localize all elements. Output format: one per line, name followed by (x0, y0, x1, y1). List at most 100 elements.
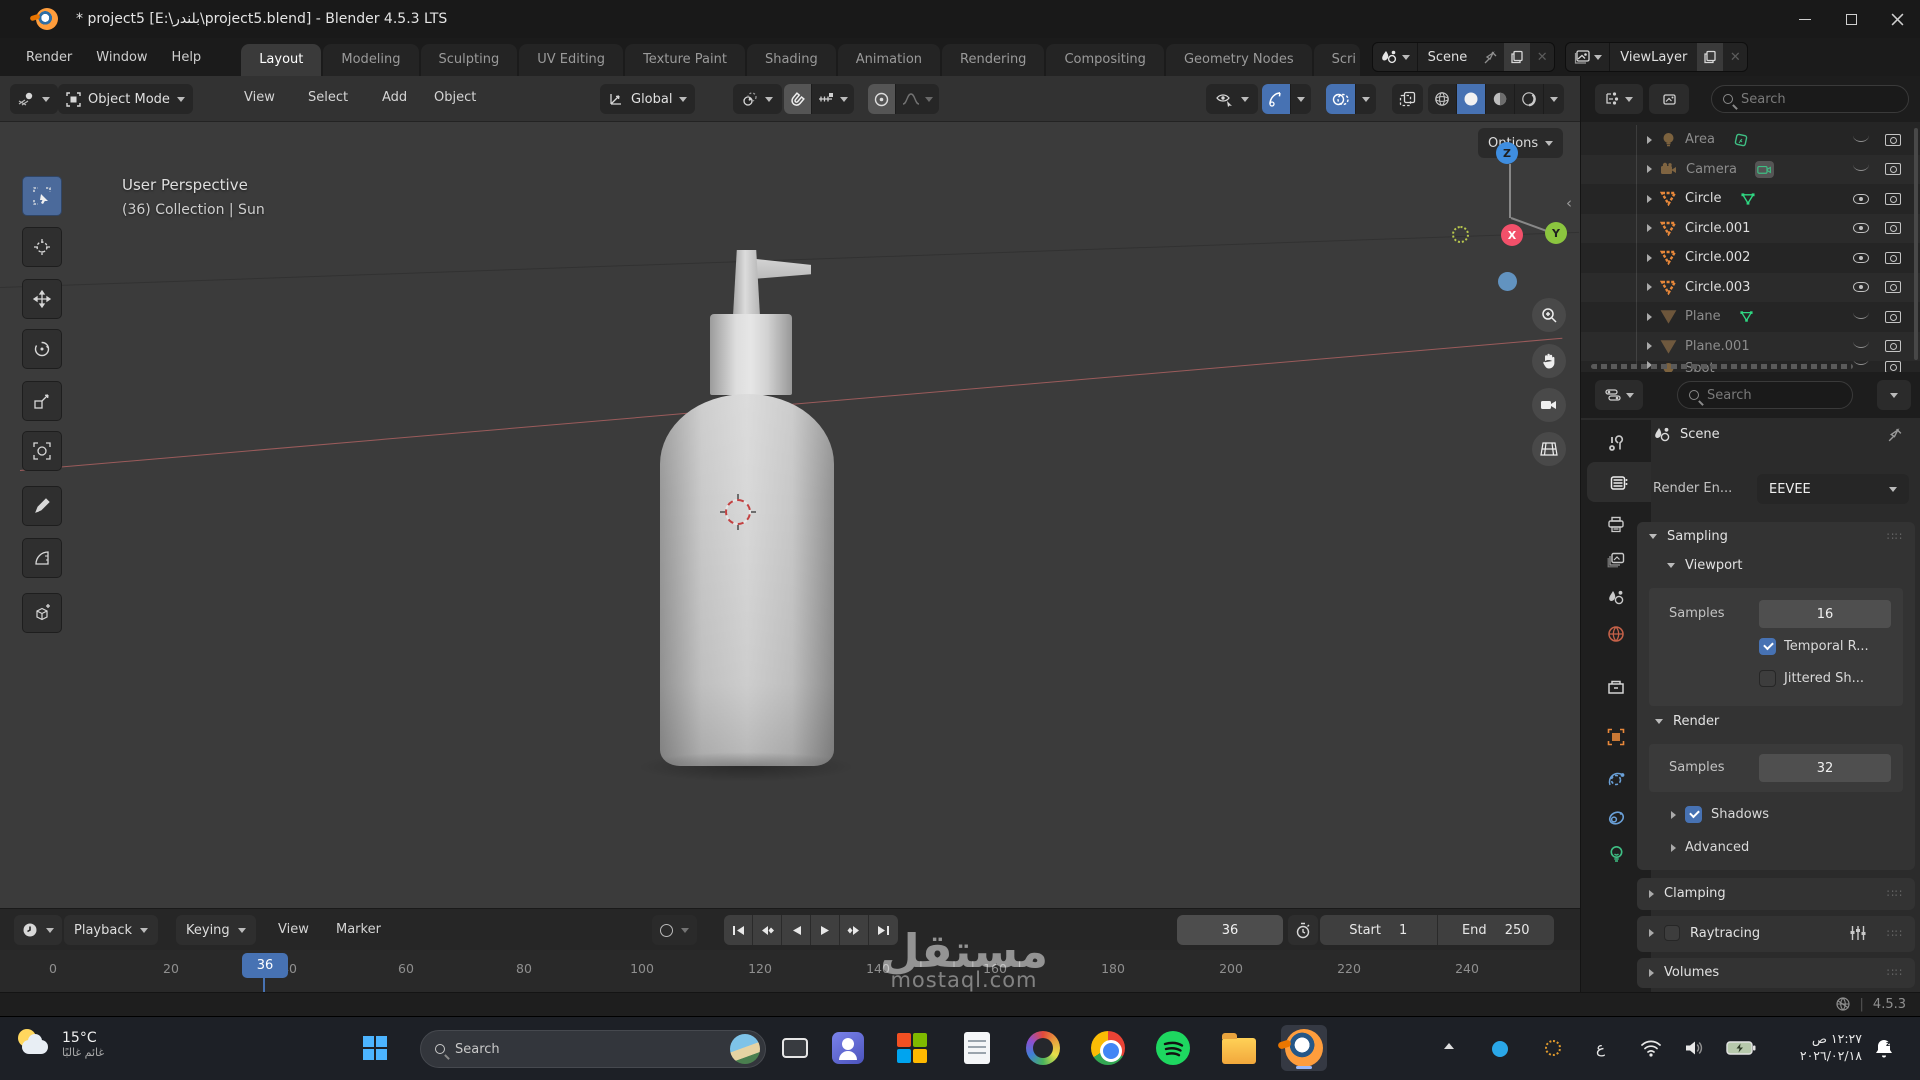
hide-toggle[interactable] (1853, 315, 1869, 319)
expand-icon[interactable] (1647, 254, 1652, 262)
render-visibility-toggle[interactable] (1885, 193, 1901, 205)
jump-to-start-button[interactable] (724, 915, 753, 945)
start-frame-field[interactable]: Start 1 (1320, 915, 1438, 945)
next-keyframe-button[interactable] (840, 915, 869, 945)
expand-icon[interactable] (1647, 283, 1652, 291)
render-visibility-toggle[interactable] (1885, 281, 1901, 293)
advanced-row[interactable]: Advanced (1671, 840, 1749, 855)
pivot-point-dropdown[interactable] (733, 84, 782, 114)
auto-keying-controls[interactable] (652, 915, 697, 945)
hide-toggle[interactable] (1853, 361, 1869, 365)
scene-browse-button[interactable] (1373, 43, 1418, 71)
tray-app-orange-icon[interactable] (1545, 1040, 1561, 1056)
minimize-button[interactable] (1782, 0, 1828, 38)
current-frame-field[interactable]: 36 (1177, 915, 1283, 945)
shading-wireframe-button[interactable] (1428, 84, 1457, 114)
toggle-perspective-button[interactable] (1532, 432, 1566, 466)
transform-orientation-dropdown[interactable]: Global (600, 84, 695, 114)
tool-move[interactable] (22, 279, 62, 319)
outliner-item-camera[interactable]: Camera (1581, 155, 1920, 184)
jump-to-end-button[interactable] (869, 915, 898, 945)
timeline-marker-menu[interactable]: Marker (336, 922, 381, 937)
breadcrumb-scene-label[interactable]: Scene (1680, 427, 1720, 442)
timeline-view-menu[interactable]: View (278, 922, 309, 937)
hide-toggle[interactable] (1853, 167, 1869, 171)
sampling-viewport-subheader[interactable]: Viewport (1637, 551, 1915, 580)
visibility-dropdown[interactable] (1206, 84, 1258, 114)
render-visibility-toggle[interactable] (1885, 134, 1901, 146)
app-file-explorer[interactable] (1216, 1025, 1262, 1071)
menu-help[interactable]: Help (160, 45, 214, 70)
viewport-samples-field[interactable]: 16 (1759, 600, 1891, 628)
sampling-render-subheader[interactable]: Render (1655, 714, 1719, 729)
viewlayer-new-button[interactable] (1697, 43, 1723, 71)
tool-measure[interactable] (22, 538, 62, 578)
scene-unlink-button[interactable]: ✕ (1530, 50, 1554, 65)
tool-cursor[interactable] (22, 227, 62, 267)
properties-editor-type-button[interactable] (1595, 380, 1643, 410)
expand-icon[interactable] (1647, 342, 1652, 350)
outliner-item-circle-001[interactable]: Circle.001 (1581, 214, 1920, 243)
expand-icon[interactable] (1647, 165, 1652, 173)
tab-layout[interactable]: Layout (241, 44, 321, 76)
task-view-button[interactable] (772, 1025, 818, 1071)
xray-toggle[interactable] (1392, 84, 1423, 114)
tab-animation[interactable]: Animation (838, 44, 940, 76)
notification-bell-icon[interactable]: z (1872, 1037, 1896, 1061)
outliner-item-circle-003[interactable]: Circle.003 (1581, 273, 1920, 302)
weather-widget[interactable]: 15°C غائم غالبًا (14, 1025, 104, 1063)
hide-toggle[interactable] (1853, 223, 1869, 233)
timeline-ruler[interactable]: 0 20 40 60 80 100 120 140 160 180 200 22… (0, 950, 1580, 992)
search-highlight-image[interactable] (730, 1034, 760, 1064)
blender-logo-icon[interactable] (36, 8, 58, 30)
app-office[interactable] (889, 1025, 935, 1071)
viewlayer-browse-button[interactable] (1566, 43, 1610, 71)
battery-icon[interactable] (1726, 1040, 1756, 1056)
expand-icon[interactable] (1647, 313, 1652, 321)
tab-compositing[interactable]: Compositing (1046, 44, 1164, 76)
show-overlays-toggle[interactable] (1326, 84, 1356, 114)
tool-add-cube[interactable] (22, 593, 62, 633)
menu-select[interactable]: Select (308, 90, 348, 105)
tab-shading[interactable]: Shading (747, 44, 836, 76)
outliner-item-circle[interactable]: Circle (1581, 184, 1920, 213)
shading-solid-button[interactable] (1457, 84, 1486, 114)
start-button[interactable] (352, 1025, 398, 1071)
tab-modeling[interactable]: Modeling (323, 44, 418, 76)
menu-object[interactable]: Object (434, 90, 476, 105)
play-button[interactable] (811, 915, 840, 945)
hide-toggle[interactable] (1853, 282, 1869, 292)
properties-search-input[interactable]: Search (1677, 381, 1853, 409)
render-engine-dropdown[interactable]: EEVEE (1757, 474, 1909, 504)
tool-select-box[interactable] (22, 176, 62, 216)
app-notepad[interactable] (954, 1025, 1000, 1071)
outliner-item-circle-002[interactable]: Circle.002 (1581, 243, 1920, 272)
axis-x-ball[interactable]: X (1501, 224, 1523, 246)
shading-dropdown[interactable] (1544, 84, 1564, 114)
scene-selector[interactable]: Scene ✕ (1372, 42, 1556, 72)
camera-view-button[interactable] (1532, 388, 1566, 422)
tab-rendering[interactable]: Rendering (942, 44, 1044, 76)
hide-toggle[interactable] (1853, 253, 1869, 263)
playhead[interactable]: 36 (242, 953, 288, 978)
tab-texture-paint[interactable]: Texture Paint (625, 44, 745, 76)
hide-toggle[interactable] (1853, 194, 1869, 204)
render-visibility-toggle[interactable] (1885, 361, 1901, 372)
menu-view[interactable]: View (244, 90, 275, 105)
sampling-panel-header[interactable]: Sampling (1637, 522, 1915, 551)
expand-icon[interactable] (1647, 195, 1652, 203)
gizmo-dropdown[interactable] (1291, 84, 1311, 114)
tool-scale[interactable] (22, 381, 62, 421)
raytracing-checkbox[interactable] (1664, 925, 1680, 941)
editor-type-button[interactable] (10, 84, 58, 114)
zoom-button[interactable] (1532, 298, 1566, 332)
menu-render[interactable]: Render (14, 45, 84, 70)
tab-sculpting[interactable]: Sculpting (421, 44, 518, 76)
pin-icon[interactable] (1887, 427, 1903, 443)
render-visibility-toggle[interactable] (1885, 222, 1901, 234)
tab-uv-editing[interactable]: UV Editing (519, 44, 623, 76)
tool-rotate[interactable] (22, 329, 62, 369)
outliner-display-mode-button[interactable] (1649, 84, 1689, 114)
app-chrome[interactable] (1085, 1025, 1131, 1071)
tray-app-blue-icon[interactable] (1492, 1041, 1508, 1057)
